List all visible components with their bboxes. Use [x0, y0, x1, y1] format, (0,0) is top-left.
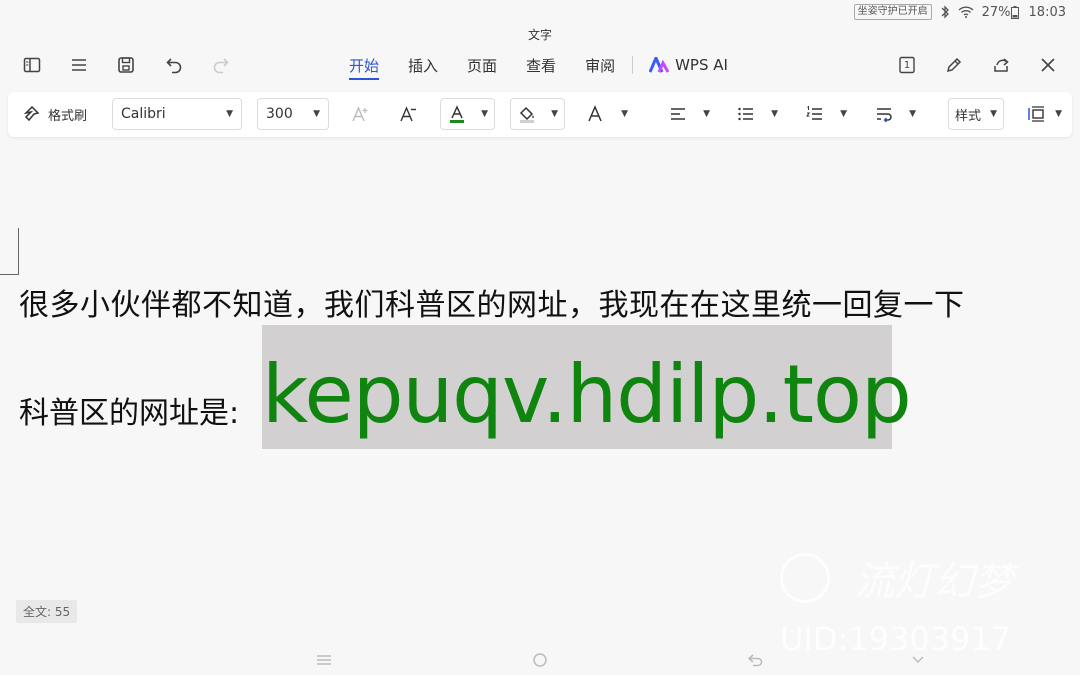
bullet-list-button[interactable]: ▼	[736, 98, 778, 130]
chevron-down-icon: ▼	[621, 109, 628, 119]
font-name-select[interactable]: Calibri ▼	[112, 98, 242, 130]
styles-label: 样式	[955, 108, 982, 124]
chevron-down-icon: ▼	[703, 109, 710, 119]
font-size-value: 300	[266, 106, 293, 122]
align-button[interactable]: ▼	[668, 98, 710, 130]
format-painter-button[interactable]: 格式刷	[22, 98, 87, 130]
chevron-down-icon: ▼	[840, 109, 847, 119]
paragraph-spacing-icon	[1028, 106, 1044, 122]
chevron-down-icon: ▼	[481, 109, 488, 119]
eye-mode-badge: 坐姿守护已开启	[853, 4, 932, 20]
tab-review[interactable]: 审阅	[585, 46, 615, 84]
save-icon[interactable]	[112, 51, 140, 79]
top-toolbar: 开始 插入 页面 查看 审阅 WPS AI 1	[0, 46, 1080, 84]
wps-ai-icon	[649, 57, 670, 73]
keyboard-hide-icon[interactable]	[907, 650, 929, 670]
align-left-icon	[671, 108, 685, 120]
system-nav-bar	[0, 648, 1080, 672]
back-icon[interactable]	[745, 650, 767, 670]
numbered-list-icon	[806, 105, 822, 120]
bluetooth-icon	[940, 5, 950, 19]
tab-page[interactable]: 页面	[467, 46, 497, 84]
document-title: 文字	[527, 28, 552, 42]
chevron-down-icon: ▼	[313, 109, 320, 119]
recent-apps-icon[interactable]	[313, 650, 335, 670]
wps-ai-button[interactable]: WPS AI	[649, 56, 728, 74]
undo-icon[interactable]	[160, 51, 188, 79]
watermark-logo-text: 流灯幻梦	[854, 559, 1014, 605]
tab-insert[interactable]: 插入	[408, 46, 438, 84]
clock: 18:03	[1028, 4, 1066, 20]
tab-start[interactable]: 开始	[349, 46, 380, 84]
increase-font-button[interactable]	[350, 98, 370, 130]
format-painter-label: 格式刷	[48, 108, 88, 124]
font-name-value: Calibri	[121, 106, 166, 122]
bullet-list-icon	[738, 107, 753, 121]
font-grow-icon	[352, 106, 368, 122]
document-paragraph-1[interactable]: 很多小伙伴都不知道，我们科普区的网址，我现在在这里统一回复一下	[19, 280, 965, 324]
close-icon[interactable]	[1034, 51, 1062, 79]
font-size-select[interactable]: 300 ▼	[257, 98, 329, 130]
chevron-down-icon: ▼	[990, 109, 997, 119]
chevron-down-icon: ▼	[226, 109, 233, 119]
home-icon[interactable]	[529, 650, 551, 670]
wps-ai-label: WPS AI	[675, 56, 728, 74]
share-icon[interactable]	[987, 51, 1015, 79]
font-color-button[interactable]: ▼	[440, 98, 495, 130]
sidebar-toggle-icon[interactable]	[18, 51, 46, 79]
tab-divider	[632, 56, 634, 74]
brush-icon	[23, 105, 40, 122]
line-spacing-button[interactable]: ▼	[874, 98, 916, 130]
highlighted-url-text[interactable]: kepuqv.hdilp.top	[262, 348, 912, 441]
ribbon-toolbar: 格式刷 Calibri ▼ 300 ▼ ▼ ▼ ▼ ▼ ▼ ▼ ▼ 样式 ▼ ▼	[8, 92, 1072, 137]
wifi-icon	[958, 6, 974, 18]
chevron-down-icon: ▼	[909, 109, 916, 119]
pen-icon[interactable]	[940, 51, 968, 79]
menu-icon[interactable]	[65, 51, 93, 79]
page-count-value: 1	[903, 59, 911, 71]
chevron-down-icon: ▼	[1055, 109, 1062, 119]
chevron-down-icon: ▼	[551, 109, 558, 119]
word-count-badge[interactable]: 全文: 55	[16, 600, 78, 623]
font-shrink-icon	[400, 106, 416, 122]
page-margin-marker	[0, 228, 19, 275]
numbered-list-button[interactable]: ▼	[805, 98, 847, 130]
status-bar: 坐姿守护已开启 27% 18:03	[0, 0, 1080, 24]
watermark-logo-icon	[780, 553, 830, 603]
text-effect-icon	[588, 105, 602, 122]
battery-icon	[1010, 5, 1019, 19]
styles-select[interactable]: 样式 ▼	[948, 98, 1004, 130]
document-paragraph-2-prefix[interactable]: 科普区的网址是:	[19, 388, 239, 432]
decrease-font-button[interactable]	[398, 98, 418, 130]
paint-bucket-icon	[519, 106, 534, 123]
text-wrap-icon	[877, 108, 892, 123]
tab-view[interactable]: 查看	[526, 46, 556, 84]
redo-icon[interactable]	[207, 51, 235, 79]
watermark-logo: 流灯幻梦	[780, 548, 1020, 608]
page-count-button[interactable]: 1	[893, 51, 921, 79]
spacing-button[interactable]: ▼	[1026, 98, 1062, 130]
text-effect-button[interactable]: ▼	[586, 98, 628, 130]
ribbon-tabs: 开始 插入 页面 查看 审阅 WPS AI	[349, 46, 728, 84]
battery-percent: 27%	[981, 4, 1011, 20]
highlight-color-button[interactable]: ▼	[510, 98, 565, 130]
chevron-down-icon: ▼	[771, 109, 778, 119]
font-color-icon	[450, 105, 464, 123]
